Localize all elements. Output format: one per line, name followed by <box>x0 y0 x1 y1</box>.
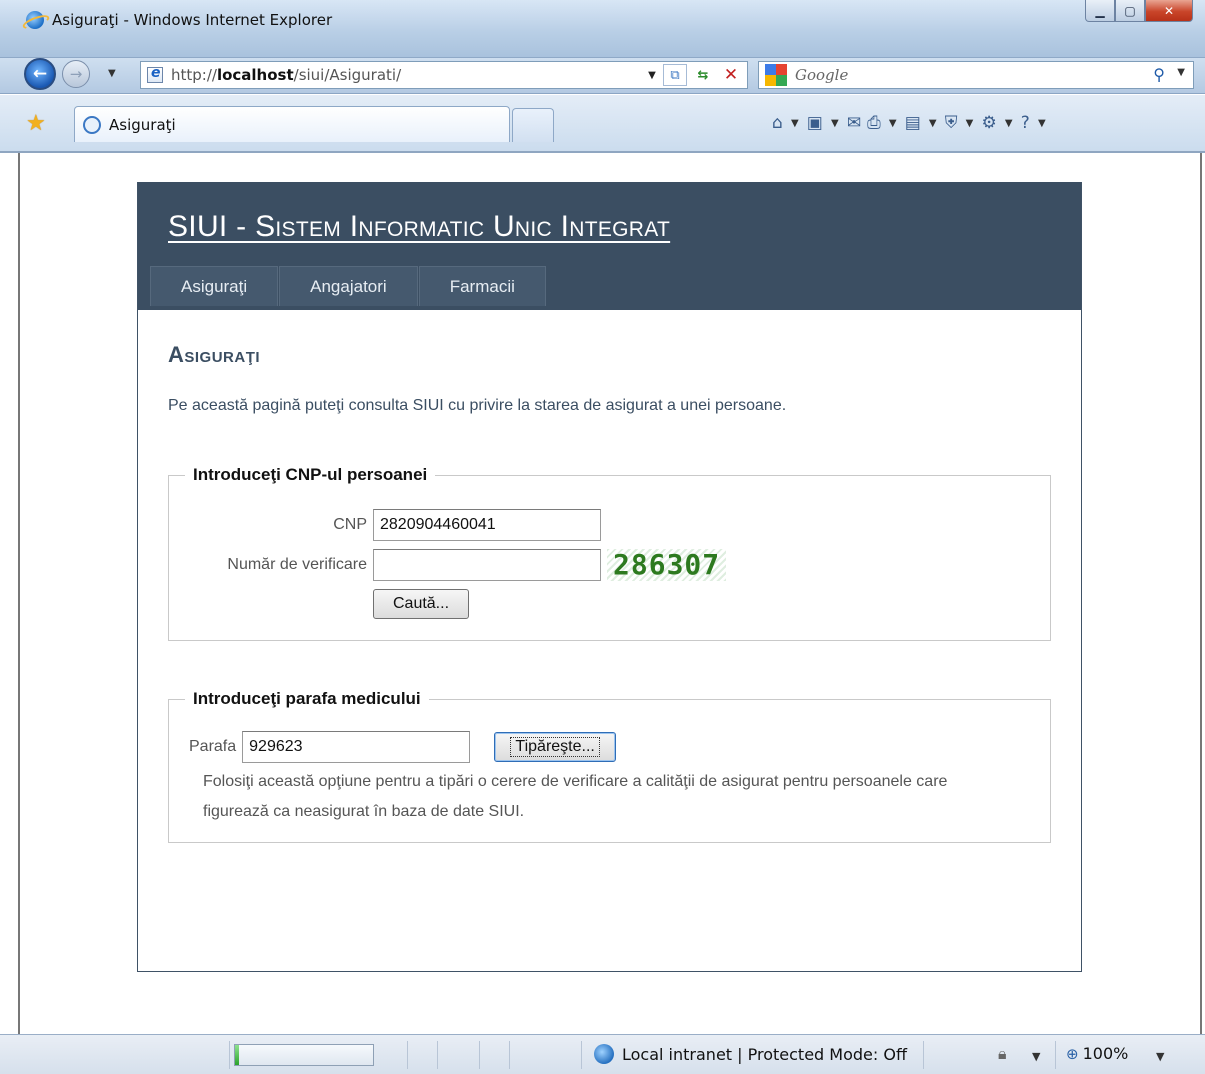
status-text-cell <box>20 1041 230 1069</box>
home-dropdown-icon[interactable]: ▼ <box>789 111 801 135</box>
site-container: SIUI - Sistem Informatic Unic Integrat A… <box>137 182 1082 972</box>
safety-icon[interactable]: ⛨ <box>945 111 958 135</box>
command-bar: ⌂ ▼ ▣ ▼ ✉ ⎙ ▼ ▤ ▼ ⛨ ▼ ⚙ ▼ ? ▼ <box>772 110 1048 136</box>
status-cell-5 <box>512 1041 582 1069</box>
address-bar[interactable]: http://localhost/siui/Asigurati/ ▼ ⧉ ⇆ ✕ <box>140 61 748 89</box>
tab-asigurati[interactable]: Asiguraţi <box>74 106 510 142</box>
intranet-globe-icon <box>594 1044 614 1064</box>
help-icon[interactable]: ? <box>1021 111 1030 135</box>
captcha-image: 286307 <box>607 549 727 581</box>
loading-icon <box>83 115 101 134</box>
maximize-button[interactable]: ▢ <box>1115 0 1145 22</box>
new-tab-button[interactable] <box>512 108 554 142</box>
site-header: SIUI - Sistem Informatic Unic Integrat A… <box>138 182 1081 310</box>
parafa-help-text: Folosiţi această opţiune pentru a tipări… <box>203 773 948 820</box>
search-box[interactable]: Google ⚲ ▼ <box>758 61 1194 89</box>
address-url[interactable]: http://localhost/siui/Asigurati/ <box>171 66 401 84</box>
help-dropdown-icon[interactable]: ▼ <box>1036 111 1048 135</box>
protected-mode-dropdown-icon[interactable]: ▼ <box>1032 1050 1040 1063</box>
search-button[interactable]: Caută... <box>373 589 469 619</box>
page-dropdown-icon[interactable]: ▼ <box>927 111 939 135</box>
main-menu: Asiguraţi Angajatori Farmacii <box>150 266 547 306</box>
status-cell-4 <box>482 1041 510 1069</box>
print-button[interactable]: Tipăreşte... <box>494 732 617 762</box>
menu-item-farmacii[interactable]: Farmacii <box>418 266 546 306</box>
zoom-icon: ⊕ <box>1066 1044 1079 1063</box>
search-dropdown-icon[interactable]: ▼ <box>1177 67 1185 78</box>
back-button[interactable]: ← <box>24 58 56 90</box>
parafa-input[interactable]: 929623 <box>242 731 471 763</box>
print-dropdown-icon[interactable]: ▼ <box>887 111 899 135</box>
tools-dropdown-icon[interactable]: ▼ <box>1003 111 1015 135</box>
cnp-legend: Introduceţi CNP-ul persoanei <box>193 465 428 484</box>
search-icon[interactable]: ⚲ <box>1153 65 1165 84</box>
verification-number-label: Număr de verificare <box>227 556 367 573</box>
refresh-icon[interactable]: ⇆ <box>691 64 715 86</box>
window-title: Asiguraţi - Windows Internet Explorer <box>52 11 333 29</box>
feeds-dropdown-icon[interactable]: ▼ <box>829 111 841 135</box>
page-description: Pe această pagină puteţi consulta SIUI c… <box>168 397 787 414</box>
address-dropdown-icon[interactable]: ▼ <box>645 64 659 86</box>
menu-item-angajatori[interactable]: Angajatori <box>279 266 418 306</box>
ie-logo-icon <box>26 11 44 29</box>
mail-icon[interactable]: ✉ <box>847 111 861 135</box>
title-bar: Asiguraţi - Windows Internet Explorer ▁ … <box>0 0 1205 58</box>
status-cell-1 <box>380 1041 408 1069</box>
site-title[interactable]: SIUI - Sistem Informatic Unic Integrat <box>168 210 670 244</box>
zoom-dropdown-icon[interactable]: ▼ <box>1156 1050 1164 1063</box>
parafa-label: Parafa <box>189 738 237 755</box>
home-icon[interactable]: ⌂ <box>772 111 783 135</box>
print-icon[interactable]: ⎙ <box>867 111 881 135</box>
status-cell-3 <box>440 1041 480 1069</box>
protected-mode-icon[interactable]: 🔒︎ <box>998 1044 1007 1064</box>
cnp-input[interactable]: 2820904460041 <box>373 509 601 541</box>
feeds-icon[interactable]: ▣ <box>807 111 823 135</box>
viewport-left-border <box>18 153 20 1034</box>
parafa-fieldset: Introduceţi parafa medicului Parafa 9296… <box>168 689 1051 843</box>
compatibility-view-icon[interactable]: ⧉ <box>663 64 687 86</box>
progress-fill <box>235 1045 240 1065</box>
stop-icon[interactable]: ✕ <box>719 64 743 86</box>
safety-dropdown-icon[interactable]: ▼ <box>964 111 976 135</box>
google-icon <box>765 64 787 86</box>
page-title: Asiguraţi <box>168 342 261 367</box>
tools-gear-icon[interactable]: ⚙ <box>982 111 997 135</box>
minimize-button[interactable]: ▁ <box>1085 0 1115 22</box>
verification-number-input[interactable] <box>373 549 601 581</box>
print-button-label: Tipăreşte... <box>510 737 600 757</box>
forward-button[interactable]: → <box>62 60 90 88</box>
page-progress-bar <box>234 1044 374 1066</box>
zoom-control[interactable]: ⊕ 100% <box>1066 1044 1128 1063</box>
menu-item-asigurati[interactable]: Asiguraţi <box>150 266 279 306</box>
parafa-legend: Introduceţi parafa medicului <box>193 689 421 708</box>
page-menu-icon[interactable]: ▤ <box>905 111 921 135</box>
close-button[interactable]: ✕ <box>1145 0 1193 22</box>
favorites-star-icon[interactable]: ★ <box>26 112 50 136</box>
cnp-fieldset: Introduceţi CNP-ul persoanei CNP 2820904… <box>168 465 1051 641</box>
history-dropdown-icon[interactable]: ▼ <box>108 68 116 79</box>
viewport-right-border <box>1200 153 1202 1034</box>
search-placeholder[interactable]: Google <box>795 66 848 84</box>
security-zone[interactable]: Local intranet | Protected Mode: Off <box>594 1044 907 1064</box>
zoom-level: 100% <box>1082 1044 1129 1063</box>
page-icon <box>147 65 163 83</box>
security-zone-text: Local intranet | Protected Mode: Off <box>622 1044 907 1064</box>
tab-label: Asiguraţi <box>109 115 176 134</box>
cnp-label: CNP <box>333 516 367 533</box>
status-cell-2 <box>410 1041 438 1069</box>
